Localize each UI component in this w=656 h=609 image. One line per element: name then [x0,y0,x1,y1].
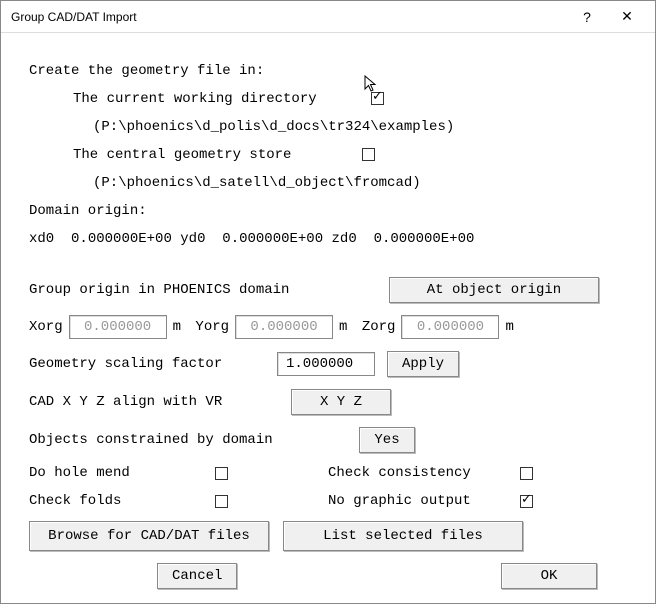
store-path: (P:\phoenics\d_satell\d_object\fromcad) [29,175,627,191]
no-graphic-checkbox[interactable] [520,495,533,508]
align-label: CAD X Y Z align with VR [29,394,291,410]
constrain-label: Objects constrained by domain [29,432,359,448]
check-consistency-label: Check consistency [328,465,514,481]
cancel-button[interactable]: Cancel [157,563,237,589]
check-consistency-checkbox[interactable] [520,467,533,480]
xorg-unit: m [173,319,181,335]
hole-mend-checkbox[interactable] [215,467,228,480]
scale-label: Geometry scaling factor [29,356,277,372]
store-checkbox[interactable] [362,148,375,161]
window-title: Group CAD/DAT Import [11,10,567,24]
cwd-path: (P:\phoenics\d_polis\d_docs\tr324\exampl… [29,119,627,135]
create-in-label: Create the geometry file in: [29,63,627,79]
zorg-label: Zorg [362,319,396,335]
group-origin-label: Group origin in PHOENICS domain [29,282,389,298]
list-files-button[interactable]: List selected files [283,521,523,551]
store-option-label: The central geometry store [73,147,291,163]
zorg-input[interactable]: 0.000000 [401,315,499,339]
align-button[interactable]: X Y Z [291,389,391,415]
close-button[interactable]: ✕ [607,4,647,29]
ok-button[interactable]: OK [501,563,597,589]
cwd-option-label: The current working directory [73,91,317,107]
xorg-input[interactable]: 0.000000 [69,315,167,339]
yorg-unit: m [339,319,347,335]
domain-origin-values: xd0 0.000000E+00 yd0 0.000000E+00 zd0 0.… [29,231,627,247]
xorg-label: Xorg [29,319,63,335]
check-folds-checkbox[interactable] [215,495,228,508]
yorg-label: Yorg [195,319,229,335]
yorg-input[interactable]: 0.000000 [235,315,333,339]
title-bar: Group CAD/DAT Import ? ✕ [1,1,655,33]
hole-mend-label: Do hole mend [29,465,209,481]
constrain-button[interactable]: Yes [359,427,415,453]
no-graphic-label: No graphic output [328,493,514,509]
cwd-checkbox[interactable] [371,92,384,105]
apply-button[interactable]: Apply [387,351,459,377]
scale-input[interactable]: 1.000000 [277,352,375,376]
help-button[interactable]: ? [567,5,607,29]
zorg-unit: m [505,319,513,335]
domain-origin-label: Domain origin: [29,203,627,219]
check-folds-label: Check folds [29,493,209,509]
browse-button[interactable]: Browse for CAD/DAT files [29,521,269,551]
at-object-origin-button[interactable]: At object origin [389,277,599,303]
